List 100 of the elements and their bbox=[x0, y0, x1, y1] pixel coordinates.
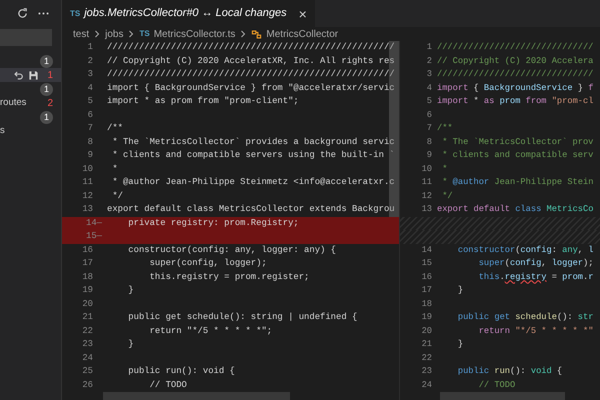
code-line: /** bbox=[106, 122, 123, 135]
code-line: * The `MetricsCollector` prov bbox=[441, 136, 594, 148]
code-line: public run(): void { bbox=[127, 365, 235, 378]
line-number: 21 bbox=[81, 311, 94, 324]
code-line: } bbox=[456, 338, 464, 351]
line-number: 6 bbox=[426, 108, 432, 122]
item-label[interactable]: s bbox=[0, 124, 5, 138]
line-number: 24 bbox=[81, 352, 94, 364]
code-line: this.registry = prom.r bbox=[478, 270, 594, 284]
line-number: 3 bbox=[426, 68, 432, 81]
code-line: import { BackgroundService } f bbox=[436, 82, 594, 94]
line-number: 16 bbox=[81, 244, 94, 256]
close-button[interactable]: × bbox=[298, 6, 307, 20]
line-number: 7 bbox=[86, 122, 94, 135]
line-number: 26 bbox=[81, 378, 94, 392]
list-item[interactable]: 1 bbox=[0, 110, 61, 124]
code-line: * @author Jean-Philippe Steinmetz <info@acceleratxr.c bbox=[111, 176, 395, 189]
line-number: 13 bbox=[81, 203, 94, 216]
line-number: 17 bbox=[81, 257, 94, 270]
code-line: export default class MetricsCo bbox=[436, 203, 594, 216]
count-badge: 1 bbox=[40, 54, 53, 68]
line-number: 14— bbox=[85, 216, 102, 230]
breadcrumb-item[interactable]: test bbox=[73, 26, 90, 42]
line-number: 3 bbox=[86, 68, 94, 81]
code-line: // Copyright (C) 2020 Accelera bbox=[436, 54, 594, 68]
line-number: 10 bbox=[81, 162, 94, 176]
item-label[interactable]: routes bbox=[0, 96, 26, 110]
line-number: 25 bbox=[81, 365, 94, 378]
change-count: 1 bbox=[47, 68, 53, 82]
code-line: private registry: prom.Registry; bbox=[127, 216, 299, 230]
line-number: 19 bbox=[420, 311, 432, 324]
line-number: 8 bbox=[86, 136, 94, 148]
list-item[interactable]: 1 bbox=[0, 82, 61, 96]
file-type-label: TS bbox=[139, 28, 150, 40]
breadcrumb-item[interactable]: MetricsCollector bbox=[266, 26, 338, 42]
code-line: * clients and compatible servers using the built-in ` bbox=[111, 149, 395, 162]
change-count: 2 bbox=[47, 96, 53, 110]
line-number: 22 bbox=[81, 324, 94, 338]
refresh-icon[interactable] bbox=[16, 7, 29, 20]
code-line: } bbox=[456, 284, 464, 297]
scrollbar-thumb[interactable] bbox=[103, 392, 290, 400]
code-line: public run(): void { bbox=[456, 365, 562, 378]
line-number: 12 bbox=[81, 190, 94, 202]
line-number: 4 bbox=[426, 82, 432, 94]
chevron-icon bbox=[239, 30, 248, 38]
line-number: 12 bbox=[420, 190, 432, 202]
line-number: 13 bbox=[420, 203, 432, 216]
code-line: // TODO bbox=[478, 378, 516, 392]
undo-icon[interactable] bbox=[13, 70, 24, 80]
count-badge: 1 bbox=[40, 82, 53, 96]
scrollbar-thumb[interactable] bbox=[440, 392, 565, 400]
count-badge: 1 bbox=[40, 110, 53, 124]
line-number: 8 bbox=[426, 136, 432, 148]
line-number: 20 bbox=[420, 324, 432, 338]
code-line: this.registry = prom.register; bbox=[148, 270, 310, 284]
line-number: 19 bbox=[81, 284, 94, 297]
save-icon[interactable] bbox=[28, 70, 40, 80]
line-number: 9 bbox=[426, 149, 432, 162]
code-line: // TODO bbox=[148, 378, 187, 392]
line-number: 24 bbox=[420, 378, 432, 392]
line-number: 23 bbox=[81, 338, 94, 351]
line-number: 2 bbox=[86, 54, 94, 68]
line-number: 1 bbox=[426, 41, 432, 54]
line-number: 11 bbox=[420, 176, 432, 189]
editor-tab[interactable]: TS jobs.MetricsCollector#0 ↔ Local changes × bbox=[62, 0, 315, 27]
line-number: 7 bbox=[426, 122, 432, 135]
line-number: 23 bbox=[420, 365, 432, 378]
code-line: ////////////////////////////// bbox=[436, 68, 594, 81]
line-number: 11 bbox=[81, 176, 94, 189]
breadcrumb-item[interactable]: MetricsCollector.ts bbox=[154, 26, 236, 42]
code-line: constructor(config: any, l bbox=[456, 244, 594, 256]
code-line: ////////////////////////////////////////////////////// bbox=[106, 68, 395, 81]
code-line: import { BackgroundService } from "@acceleratxr/servic bbox=[106, 82, 395, 94]
line-number: 10 bbox=[420, 162, 432, 176]
code-line: ////////////////////////////// bbox=[436, 41, 594, 54]
line-number: 14 bbox=[420, 244, 432, 256]
list-item[interactable]: s bbox=[0, 124, 61, 138]
line-number: 2 bbox=[426, 54, 432, 68]
list-item[interactable]: routes 2 bbox=[0, 96, 61, 110]
code-line: * The `MetricsCollector` provides a background servic bbox=[111, 136, 395, 148]
code-line: * bbox=[111, 162, 118, 176]
line-number: 17 bbox=[420, 284, 432, 297]
line-number: 18 bbox=[81, 270, 94, 284]
code-line: import * as prom from "prom-client"; bbox=[106, 95, 299, 108]
code-line: return "*/5 * * * * *"; bbox=[148, 324, 272, 338]
line-number: 18 bbox=[420, 298, 432, 310]
code-line: export default class MetricsCollector extends Backgrou bbox=[106, 203, 395, 216]
breadcrumb-item[interactable]: jobs bbox=[105, 26, 124, 42]
tab-title: jobs.MetricsCollector#0 ↔ Local changes bbox=[84, 6, 287, 22]
line-number: 21 bbox=[420, 338, 432, 351]
file-type-label: TS bbox=[70, 8, 80, 20]
code-line: * clients and compatible serv bbox=[441, 149, 594, 162]
line-number: 15 bbox=[420, 257, 432, 270]
list-item[interactable]: 1 bbox=[0, 54, 61, 68]
code-line: public get schedule(): string | undefined { bbox=[127, 311, 358, 324]
line-number: 1 bbox=[86, 41, 94, 54]
class-icon bbox=[251, 28, 262, 40]
code-line: import * as prom from "prom-cl bbox=[436, 95, 594, 108]
code-line: * bbox=[441, 162, 448, 176]
code-line: */ bbox=[441, 190, 453, 202]
